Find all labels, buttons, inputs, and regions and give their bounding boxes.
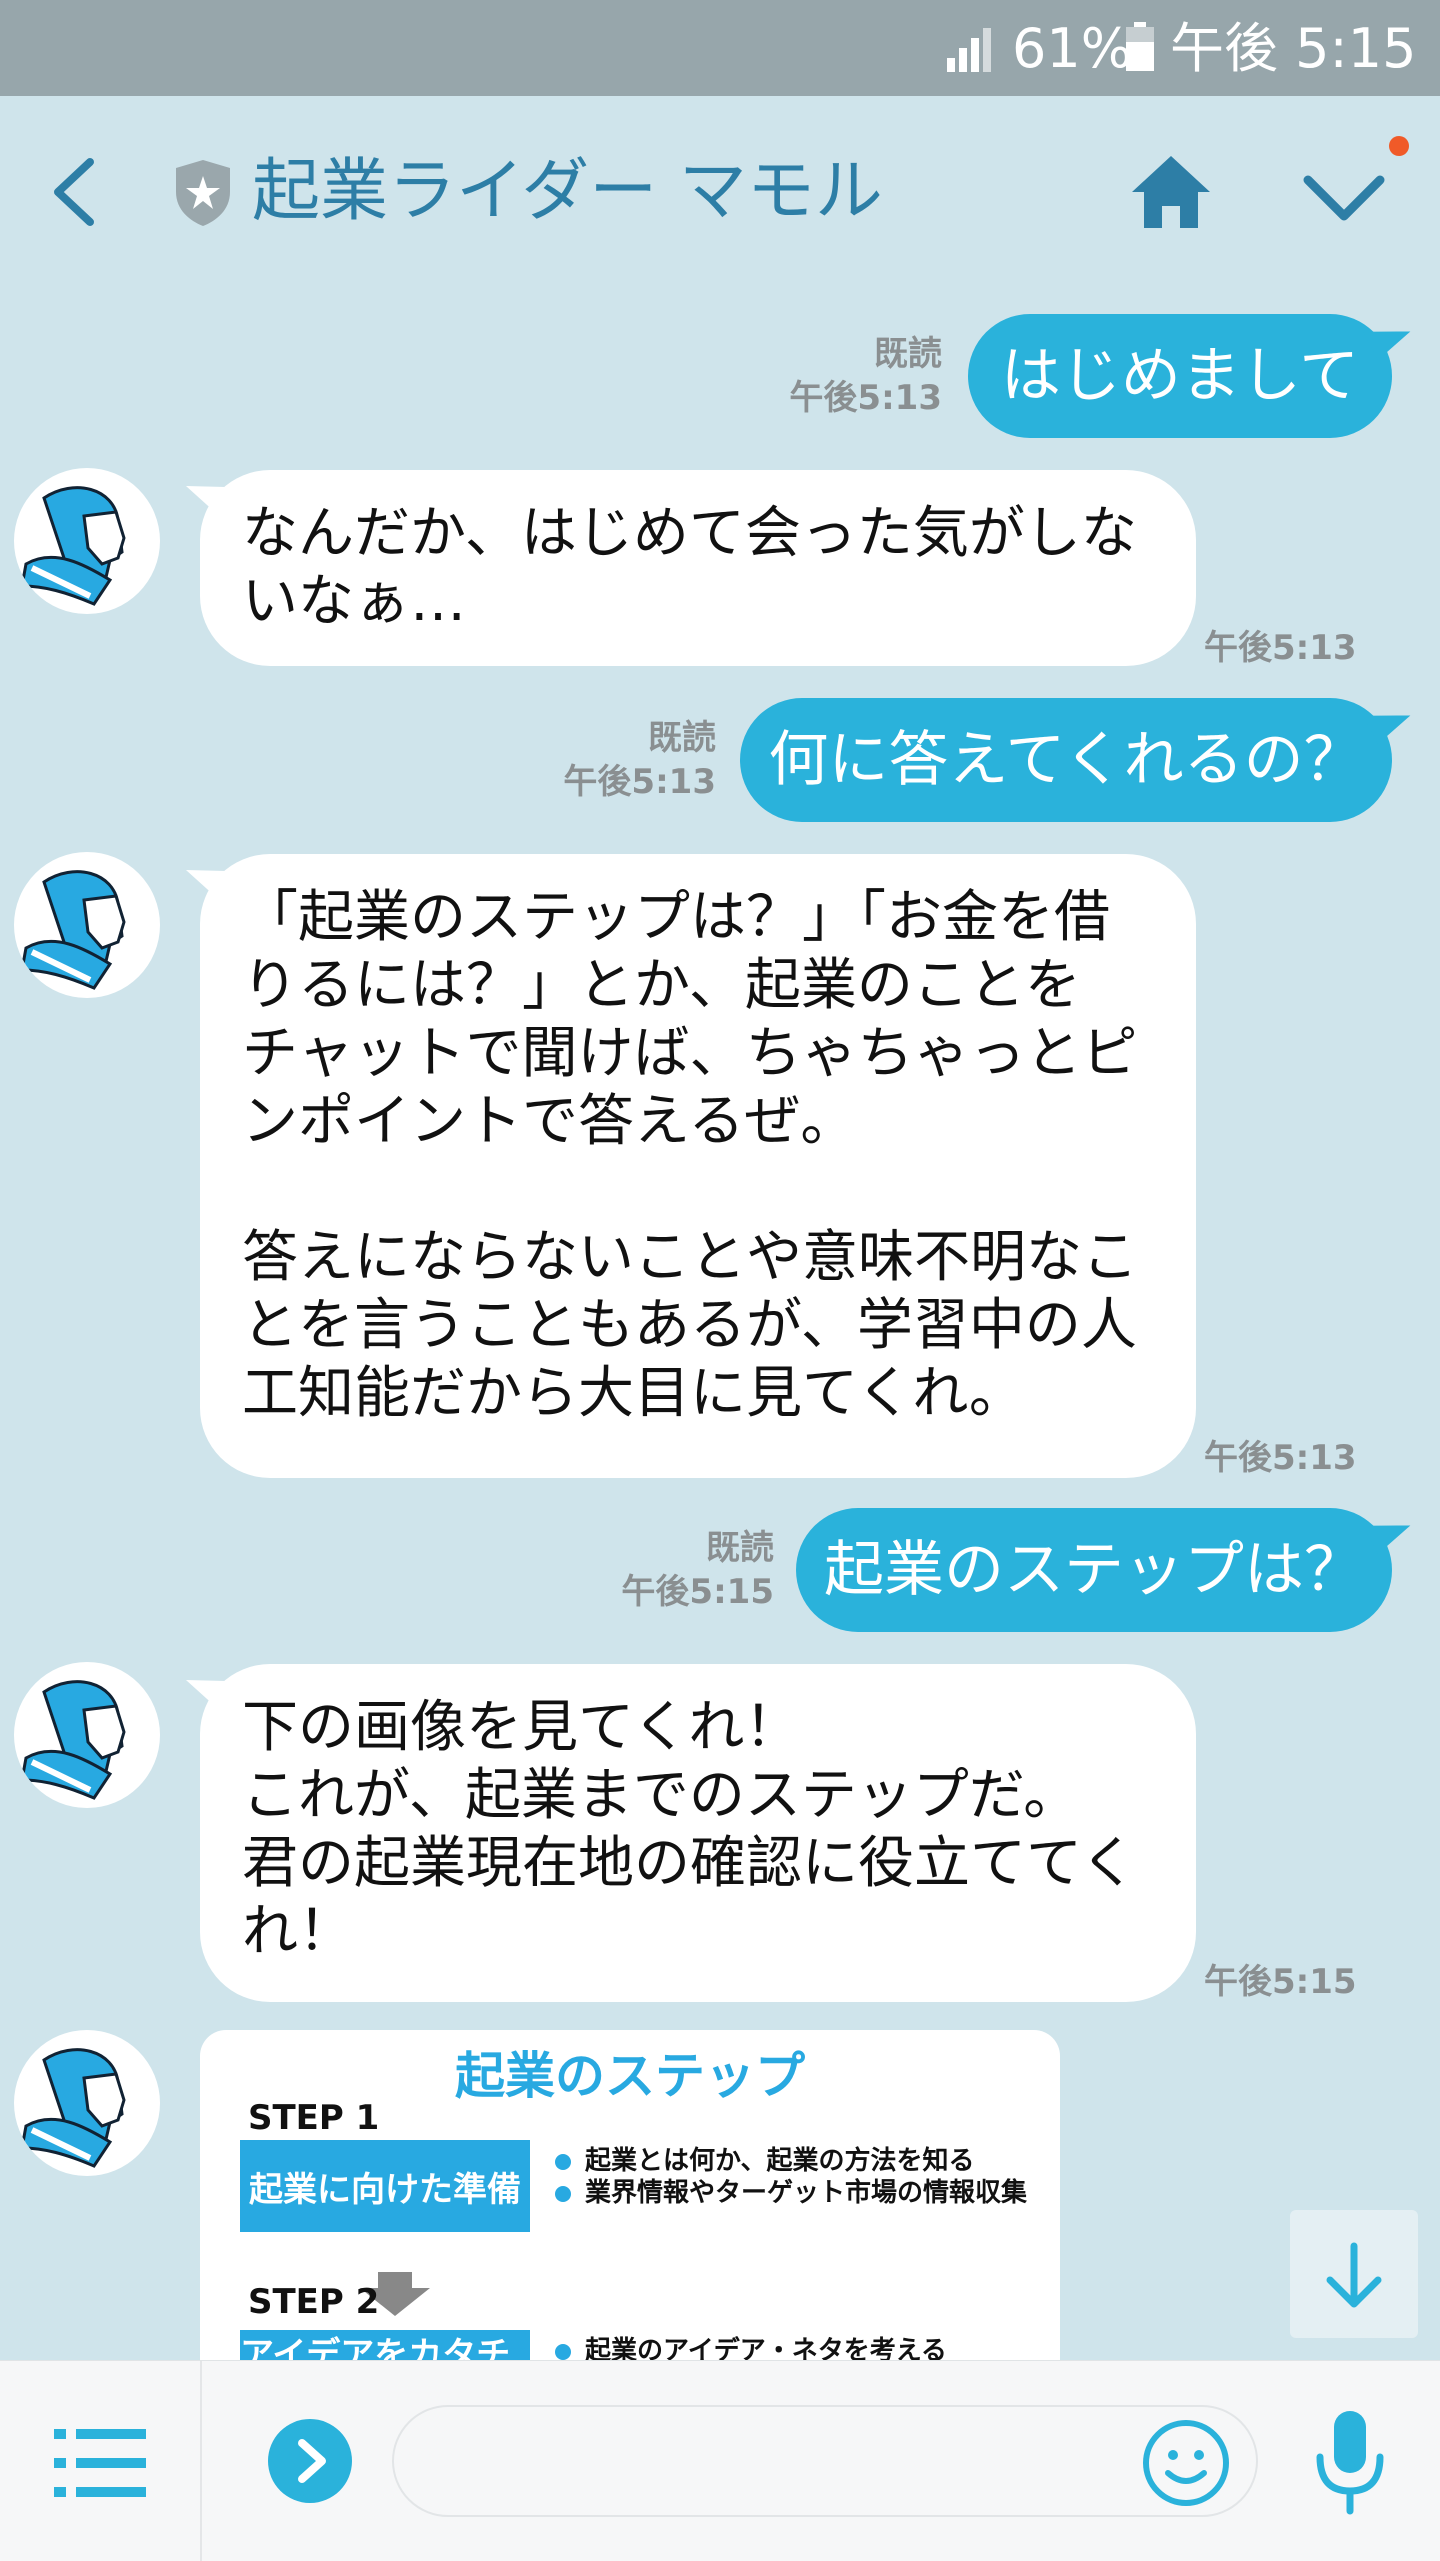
avatar[interactable]: [14, 1662, 160, 1808]
battery-icon: [1126, 22, 1154, 71]
chevron-right-icon[interactable]: [268, 2419, 352, 2503]
rider-avatar-icon: [20, 870, 126, 990]
menu-icon[interactable]: [54, 2425, 146, 2501]
step-box: 起業に向けた準備: [240, 2140, 530, 2232]
battery-percentage: 61%: [1012, 17, 1133, 80]
outgoing-message[interactable]: 何に答えてくれるの？: [740, 698, 1392, 822]
step-bullet: 業界情報やターゲット市場の情報収集: [555, 2172, 1027, 2209]
rider-avatar-icon: [20, 486, 126, 606]
incoming-message[interactable]: 「起業のステップは？」「お金を借 りるには？」とか、起業のことを チャットで聞け…: [200, 854, 1196, 1478]
message-time: 午後5:15: [1204, 1962, 1357, 2002]
chat-header: 起業ライダー マモル: [0, 96, 1440, 286]
rider-avatar-icon: [20, 1680, 126, 1800]
chevron-down-icon[interactable]: [1302, 168, 1386, 228]
message-time: 午後5:15: [621, 1572, 774, 1612]
step-bullet: 起業のアイデア・ネタを考える: [555, 2330, 947, 2360]
outgoing-message[interactable]: 起業のステップは？: [796, 1508, 1392, 1632]
status-bar: 61% 午後 5:15: [0, 0, 1440, 96]
step-label: STEP 2: [248, 2282, 380, 2322]
image-message[interactable]: 起業のステップ STEP 1 起業に向けた準備 起業とは何か、起業の方法を知る …: [200, 2030, 1060, 2360]
message-meta: 既読 午後5:13: [789, 332, 942, 420]
smiley-icon[interactable]: [1140, 2417, 1232, 2509]
outgoing-message[interactable]: はじめまして: [968, 314, 1392, 438]
incoming-message[interactable]: なんだか、はじめて会った気がしな いなぁ…: [200, 470, 1196, 666]
rider-avatar-icon: [20, 2048, 126, 2168]
scroll-to-bottom-button[interactable]: [1290, 2210, 1418, 2338]
message-time: 午後5:13: [789, 378, 942, 418]
signal-icon: [947, 28, 991, 72]
avatar[interactable]: [14, 468, 160, 614]
home-icon[interactable]: [1130, 152, 1212, 232]
divider: [200, 2361, 202, 2561]
notification-dot: [1389, 136, 1409, 156]
avatar[interactable]: [14, 852, 160, 998]
chat-area[interactable]: 既読 午後5:13 はじめまして なんだか、はじめて会った気がしな いなぁ… 午…: [0, 286, 1440, 2360]
message-time: 午後5:13: [1204, 1438, 1357, 1478]
message-input[interactable]: [392, 2405, 1258, 2517]
avatar[interactable]: [14, 2030, 160, 2176]
message-meta: 既読 午後5:13: [563, 716, 716, 804]
incoming-message[interactable]: 下の画像を見てくれ！ これが、起業までのステップだ。 君の起業現在地の確認に役立…: [200, 1664, 1196, 2002]
read-receipt: 既読: [706, 1528, 774, 1568]
clock: 午後 5:15: [1170, 17, 1417, 80]
microphone-icon[interactable]: [1310, 2407, 1390, 2517]
read-receipt: 既読: [648, 718, 716, 758]
step-label: STEP 1: [248, 2098, 380, 2138]
message-time: 午後5:13: [1204, 628, 1357, 668]
back-icon[interactable]: [40, 152, 110, 232]
message-meta: 既読 午後5:15: [621, 1526, 774, 1614]
shield-icon: [176, 160, 230, 226]
step-box: アイデアをカタチにする: [240, 2330, 530, 2360]
chat-title: 起業ライダー マモル: [252, 152, 883, 231]
input-bar: [0, 2360, 1440, 2561]
message-time: 午後5:13: [563, 762, 716, 802]
read-receipt: 既読: [874, 334, 942, 374]
arrow-down-icon: [1326, 2242, 1382, 2308]
